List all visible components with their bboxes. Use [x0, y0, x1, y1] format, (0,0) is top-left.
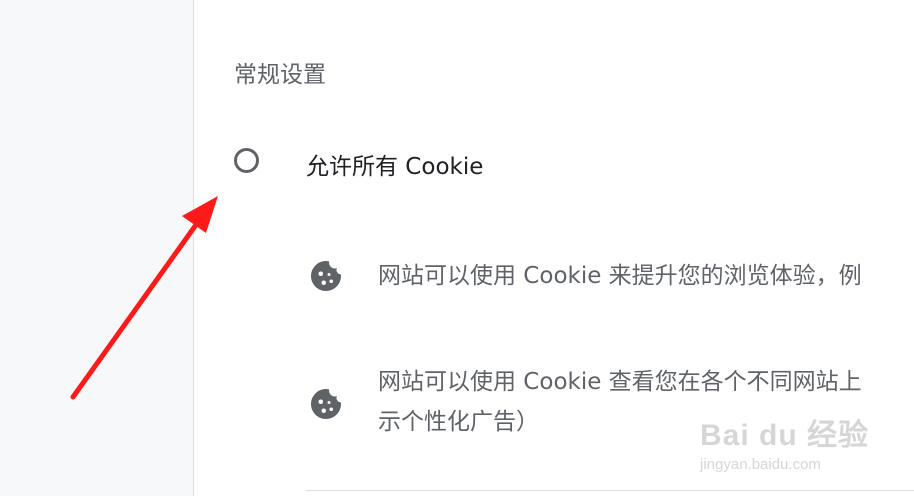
watermark-main: Bai du 经验: [700, 419, 870, 452]
baidu-jingyan-watermark: Bai du 经验 jingyan.baidu.com: [700, 410, 869, 473]
watermark-sub: jingyan.baidu.com: [700, 456, 821, 473]
